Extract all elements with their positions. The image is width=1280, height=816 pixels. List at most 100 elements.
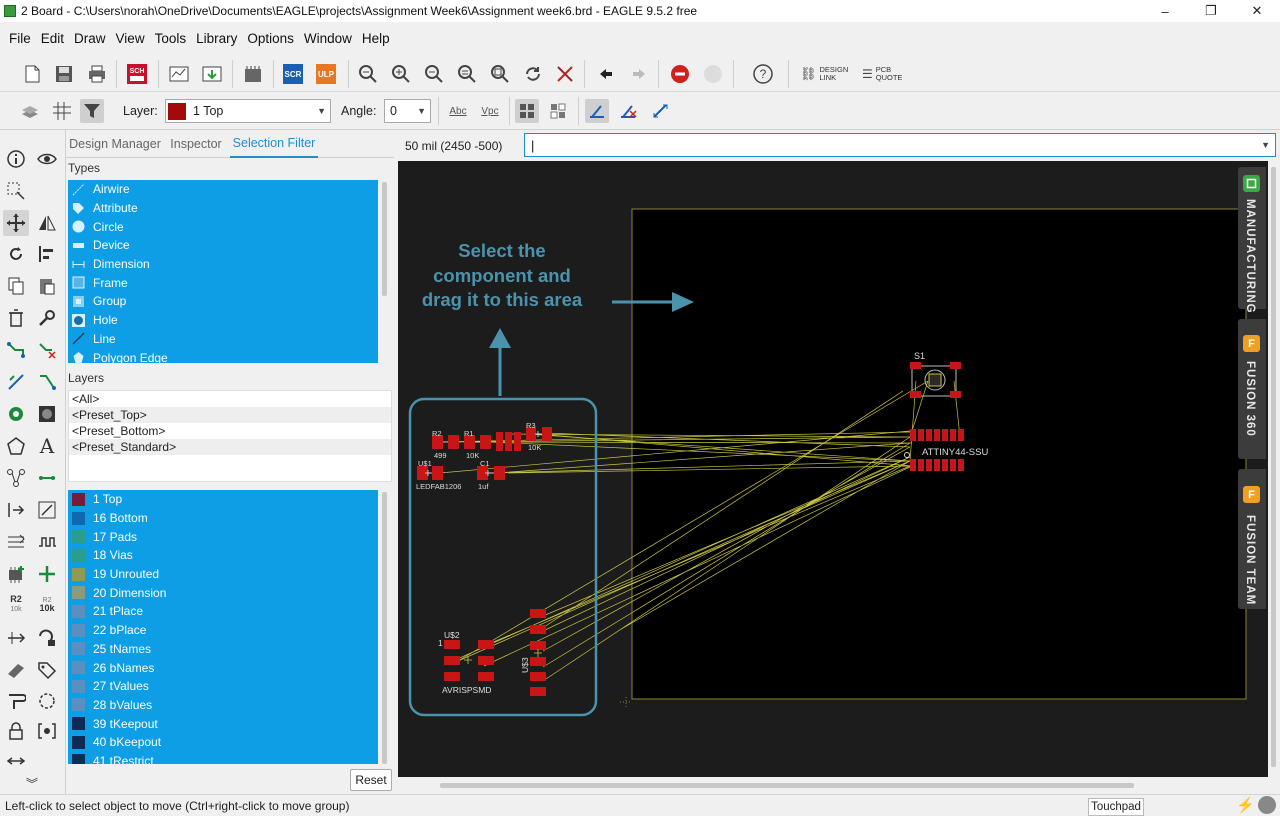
zoom-select-icon[interactable] [488, 62, 512, 86]
help-icon[interactable]: ? [751, 62, 775, 86]
pinswap-icon[interactable] [3, 625, 29, 651]
expand-tools-icon[interactable]: ︾ [19, 770, 45, 796]
reset-button[interactable]: Reset [350, 769, 392, 791]
zoom-in-icon[interactable] [389, 62, 413, 86]
layer-item[interactable]: 19 Unrouted [68, 565, 378, 584]
preset-standard[interactable]: <Preset_Standard> [69, 439, 391, 455]
layer-item[interactable]: 16 Bottom [68, 509, 378, 528]
filter-icon[interactable] [80, 99, 104, 123]
text-tool-icon[interactable]: A [34, 433, 60, 459]
menu-window[interactable]: Window [299, 31, 357, 46]
types-scrollbar[interactable] [382, 182, 387, 296]
redraw-icon[interactable] [521, 62, 545, 86]
vertical-scroll-thumb[interactable] [1271, 167, 1276, 767]
line-tool-icon[interactable] [34, 497, 60, 523]
layers-icon[interactable] [18, 99, 42, 123]
go-icon[interactable] [701, 62, 725, 86]
rotate-icon[interactable] [3, 241, 29, 267]
canvas-horizontal-scrollbar[interactable] [398, 777, 1268, 794]
move-icon[interactable] [3, 210, 29, 236]
stop-icon[interactable] [668, 62, 692, 86]
print-icon[interactable] [85, 62, 109, 86]
smash-icon[interactable] [3, 657, 29, 683]
type-item-device[interactable]: Device [68, 236, 378, 255]
select-icon[interactable] [3, 178, 29, 204]
ulp-icon[interactable]: ULP [315, 62, 339, 86]
tab-fusion-360[interactable]: F FUSION 360 [1238, 319, 1266, 459]
auto-router-icon[interactable] [648, 99, 672, 123]
tab-selection-filter[interactable]: Selection Filter [230, 130, 318, 158]
tab-fusion-team[interactable]: F FUSION TEAM [1238, 469, 1266, 609]
layer-item[interactable]: 18 Vias [68, 546, 378, 565]
menu-file[interactable]: File [4, 31, 36, 46]
replace-icon[interactable] [34, 561, 60, 587]
script-icon[interactable]: SCR [282, 62, 306, 86]
text-mode-button[interactable]: Abc [445, 99, 471, 123]
hole-icon[interactable] [34, 401, 60, 427]
type-item-hole[interactable]: Hole [68, 311, 378, 330]
ratsnest-icon[interactable] [553, 62, 577, 86]
chevron-down-icon[interactable]: ▼ [1261, 140, 1270, 150]
maximize-button[interactable]: ❐ [1188, 0, 1234, 22]
delete-icon[interactable] [3, 305, 29, 331]
tab-manufacturing[interactable]: MANUFACTURING [1238, 167, 1266, 314]
wave-icon[interactable] [34, 529, 60, 555]
new-file-icon[interactable] [20, 62, 44, 86]
layer-item[interactable]: 22 bPlace [68, 621, 378, 640]
layers-scrollbar[interactable] [382, 492, 387, 764]
route-icon[interactable] [3, 337, 29, 363]
split-icon[interactable] [3, 688, 29, 714]
wrench-icon[interactable] [34, 305, 60, 331]
layer-item[interactable]: 26 bNames [68, 658, 378, 677]
via-icon[interactable] [3, 401, 29, 427]
menu-edit[interactable]: Edit [36, 31, 69, 46]
type-item-dimension[interactable]: Dimension [68, 255, 378, 274]
type-item-circle[interactable]: Circle [68, 217, 378, 236]
signal-icon[interactable] [3, 465, 29, 491]
autoroute-icon[interactable] [3, 369, 29, 395]
bracket-icon[interactable] [34, 718, 60, 744]
library-icon[interactable] [241, 62, 265, 86]
type-item-airwire[interactable]: Airwire [68, 180, 378, 199]
align-icon[interactable] [34, 241, 60, 267]
minimize-button[interactable]: – [1142, 0, 1188, 22]
undo-icon[interactable] [594, 62, 618, 86]
preset-top[interactable]: <Preset_Top> [69, 407, 391, 423]
zoom-fit-icon[interactable] [356, 62, 380, 86]
ripup-icon[interactable] [34, 337, 60, 363]
route-off-icon[interactable] [616, 99, 640, 123]
redo-icon[interactable] [627, 62, 651, 86]
paste-icon[interactable] [34, 273, 60, 299]
type-item-frame[interactable]: Frame [68, 273, 378, 292]
avatar[interactable] [1258, 796, 1276, 814]
eye-icon[interactable] [34, 146, 60, 172]
canvas-vertical-scrollbar[interactable] [1268, 161, 1280, 777]
menu-draw[interactable]: Draw [69, 31, 111, 46]
layer-item[interactable]: 27 tValues [68, 677, 378, 696]
lock-icon[interactable] [3, 718, 29, 744]
layer-item[interactable]: 40 bKeepout [68, 733, 378, 752]
horizontal-scroll-thumb[interactable] [440, 783, 1134, 788]
optimize-icon[interactable] [34, 369, 60, 395]
layer-item[interactable]: 20 Dimension [68, 583, 378, 602]
snap-grid-icon[interactable] [546, 99, 570, 123]
menu-options[interactable]: Options [242, 31, 299, 46]
tab-design-manager[interactable]: Design Manager [66, 130, 164, 158]
layer-item[interactable]: 21 tPlace [68, 602, 378, 621]
zoom-out-icon[interactable] [422, 62, 446, 86]
export-icon[interactable] [200, 62, 224, 86]
layer-select[interactable]: 1 Top ▼ [165, 99, 331, 123]
menu-tools[interactable]: Tools [150, 31, 192, 46]
route-mode-icon[interactable] [585, 99, 609, 123]
layer-item[interactable]: 1 Top [68, 490, 378, 509]
add-part-icon[interactable] [3, 561, 29, 587]
wire-icon[interactable] [34, 465, 60, 491]
copy-icon[interactable] [3, 273, 29, 299]
name-icon[interactable]: R2 10k [3, 591, 29, 617]
layer-item[interactable]: 41 tRestrict [68, 752, 378, 764]
close-button[interactable]: ✕ [1234, 0, 1280, 22]
preset-bottom[interactable]: <Preset_Bottom> [69, 423, 391, 439]
preset-all[interactable]: <All> [69, 391, 391, 407]
angle-select[interactable]: 0 ▼ [384, 99, 431, 123]
type-item-polygon-edge[interactable]: Polygon Edge [68, 348, 378, 363]
